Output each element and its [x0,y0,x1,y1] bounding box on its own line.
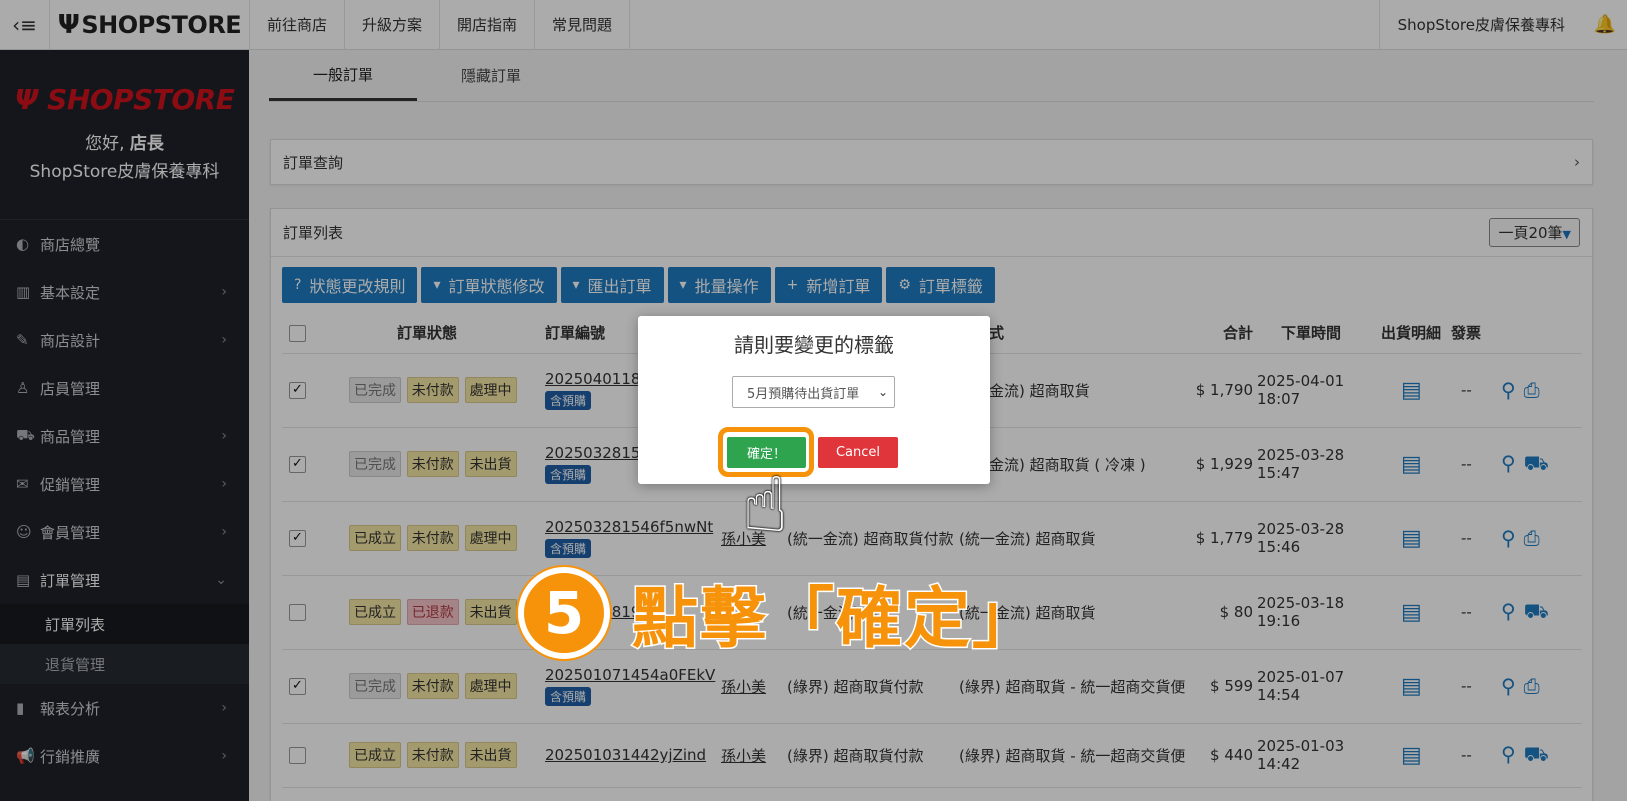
chevron-down-icon: ⌄ [877,385,888,399]
modal-title: 請則要變更的標籤 [734,333,894,357]
change-tag-modal: 請則要變更的標籤 5月預購待出貨訂單 ⌄ 確定！ Cancel [638,316,990,484]
step-annotation: 5 點擊「確定」 [518,565,1040,661]
step-text: 點擊「確定」 [631,579,1040,659]
step-number: 5 [518,567,610,659]
tag-select[interactable]: 5月預購待出貨訂單 ⌄ [732,376,895,408]
cancel-button[interactable]: Cancel [818,437,898,468]
pointer-hand-icon: ☝ [742,460,789,549]
